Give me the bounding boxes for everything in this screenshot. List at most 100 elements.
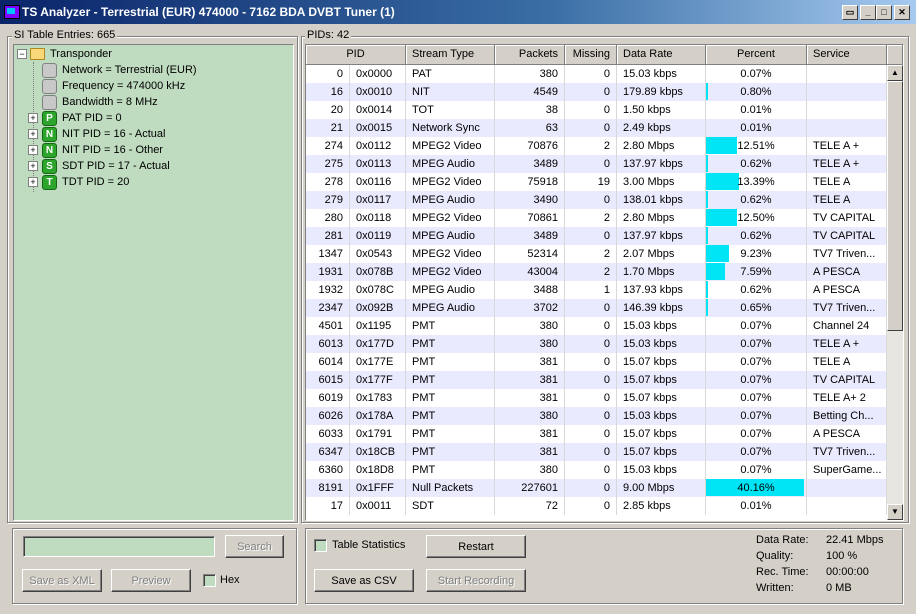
table-row[interactable]: 280 0x0118 MPEG2 Video 70861 2 2.80 Mbps 12.50…	[306, 209, 887, 227]
col-header-packets[interactable]: Packets	[495, 45, 565, 65]
title-bar[interactable]: TS Analyzer - Terrestrial (EUR) 474000 -…	[0, 0, 916, 24]
col-header-pid[interactable]: PID	[306, 45, 406, 65]
collapse-icon[interactable]: −	[17, 49, 27, 59]
cell-service: TELE A	[807, 353, 887, 371]
cell-rate: 1.50 kbps	[617, 101, 706, 119]
search-button[interactable]: Search	[225, 535, 284, 558]
scroll-down-icon[interactable]: ▼	[887, 504, 903, 520]
restore-down-button[interactable]: ▭	[842, 5, 858, 20]
col-header-data-rate[interactable]: Data Rate	[617, 45, 706, 65]
table-row[interactable]: 6026 0x178A PMT 380 0 15.03 kbps 0.07% Betting …	[306, 407, 887, 425]
table-row[interactable]: 6013 0x177D PMT 380 0 15.03 kbps 0.07% TELE A +	[306, 335, 887, 353]
expand-icon[interactable]: +	[28, 161, 38, 171]
table-row[interactable]: 20 0x0014 TOT 38 0 1.50 kbps 0.01%	[306, 101, 887, 119]
cell-service: TELE A	[807, 191, 887, 209]
table-row[interactable]: 1932 0x078C MPEG Audio 3488 1 137.93 kbps 0.62…	[306, 281, 887, 299]
table-row[interactable]: 6015 0x177F PMT 381 0 15.07 kbps 0.07% TV CAPIT…	[306, 371, 887, 389]
cell-pid: 281	[306, 227, 350, 245]
scroll-up-icon[interactable]: ▲	[887, 65, 903, 81]
table-row[interactable]: 6014 0x177E PMT 381 0 15.07 kbps 0.07% TELE A	[306, 353, 887, 371]
cell-missing: 19	[565, 173, 617, 191]
cell-rate: 15.07 kbps	[617, 353, 706, 371]
expand-icon[interactable]: +	[28, 113, 38, 123]
tree-item-label: Frequency = 474000 kHz	[62, 80, 186, 92]
table-row[interactable]: 0 0x0000 PAT 380 0 15.03 kbps 0.07%	[306, 65, 887, 83]
col-header-service[interactable]: Service	[807, 45, 887, 65]
tree-item-label: NIT PID = 16 - Other	[62, 144, 163, 156]
search-input[interactable]	[23, 536, 215, 557]
cell-pid: 274	[306, 137, 350, 155]
cell-rate: 15.03 kbps	[617, 335, 706, 353]
cell-rate: 2.80 Mbps	[617, 209, 706, 227]
tree-item[interactable]: Frequency = 474000 kHz	[14, 78, 292, 94]
scroll-thumb[interactable]	[887, 81, 903, 331]
table-row[interactable]: 1347 0x0543 MPEG2 Video 52314 2 2.07 Mbps 9.23…	[306, 245, 887, 263]
cell-pid: 4501	[306, 317, 350, 335]
cell-service: Channel 24	[807, 317, 887, 335]
save-as-csv-button[interactable]: Save as CSV	[314, 569, 414, 592]
cell-pid: 275	[306, 155, 350, 173]
col-header-missing[interactable]: Missing	[565, 45, 617, 65]
tree-item[interactable]: − Transponder	[14, 46, 292, 62]
table-row[interactable]: 6019 0x1783 PMT 381 0 15.07 kbps 0.07% TELE A+ …	[306, 389, 887, 407]
cell-service: TV7 Triven...	[807, 443, 887, 461]
table-row[interactable]: 8191 0x1FFF Null Packets 227601 0 9.00 Mbps 40…	[306, 479, 887, 497]
table-row[interactable]: 279 0x0117 MPEG Audio 3490 0 138.01 kbps 0.62%…	[306, 191, 887, 209]
table-row[interactable]: 278 0x0116 MPEG2 Video 75918 19 3.00 Mbps 13.3…	[306, 173, 887, 191]
cell-missing: 0	[565, 101, 617, 119]
table-row[interactable]: 275 0x0113 MPEG Audio 3489 0 137.97 kbps 0.62%…	[306, 155, 887, 173]
cell-hex: 0x178A	[350, 407, 406, 425]
percent-text: 0.07%	[740, 410, 772, 422]
table-row[interactable]: 6033 0x1791 PMT 381 0 15.07 kbps 0.07% A PESCA	[306, 425, 887, 443]
preview-button[interactable]: Preview	[111, 569, 191, 592]
table-statistics-checkbox[interactable]	[314, 539, 327, 552]
tree-item[interactable]: + N NIT PID = 16 - Other	[14, 142, 292, 158]
table-row[interactable]: 1931 0x078B MPEG2 Video 43004 2 1.70 Mbps 7.59…	[306, 263, 887, 281]
cell-missing: 0	[565, 443, 617, 461]
tree-item-label: TDT PID = 20	[62, 176, 130, 188]
cell-service: TELE A	[807, 173, 887, 191]
expand-icon[interactable]: +	[28, 129, 38, 139]
cell-hex: 0x0112	[350, 137, 406, 155]
cell-packets: 381	[495, 371, 565, 389]
cell-type: SDT	[406, 497, 495, 515]
table-row[interactable]: 4501 0x1195 PMT 380 0 15.03 kbps 0.07% Channel …	[306, 317, 887, 335]
tree-item[interactable]: + P PAT PID = 0	[14, 110, 292, 126]
restart-button[interactable]: Restart	[426, 535, 526, 558]
start-recording-button[interactable]: Start Recording	[426, 569, 526, 592]
cell-missing: 1	[565, 281, 617, 299]
expand-icon[interactable]: +	[28, 145, 38, 155]
pid-table[interactable]: PID Stream Type Packets Missing Data Rat…	[305, 44, 904, 521]
minimize-button[interactable]: _	[860, 5, 876, 20]
table-row[interactable]: 17 0x0011 SDT 72 0 2.85 kbps 0.01%	[306, 497, 887, 515]
cell-percent: 0.07%	[706, 389, 807, 407]
window-title: TS Analyzer - Terrestrial (EUR) 474000 -…	[22, 5, 395, 19]
cell-rate: 137.93 kbps	[617, 281, 706, 299]
cell-percent: 0.62%	[706, 191, 807, 209]
col-header-stream-type[interactable]: Stream Type	[406, 45, 495, 65]
hex-checkbox[interactable]	[203, 574, 216, 587]
tree-item[interactable]: Bandwidth = 8 MHz	[14, 94, 292, 110]
table-row[interactable]: 16 0x0010 NIT 4549 0 179.89 kbps 0.80%	[306, 83, 887, 101]
maximize-button[interactable]: □	[876, 5, 892, 20]
table-row[interactable]: 281 0x0119 MPEG Audio 3489 0 137.97 kbps 0.62%…	[306, 227, 887, 245]
cell-type: Null Packets	[406, 479, 495, 497]
vertical-scrollbar[interactable]: ▲ ▼	[887, 65, 903, 520]
tree-item[interactable]: + T TDT PID = 20	[14, 174, 292, 190]
tree-item[interactable]: + S SDT PID = 17 - Actual	[14, 158, 292, 174]
expand-icon[interactable]: +	[28, 177, 38, 187]
table-row[interactable]: 6347 0x18CB PMT 381 0 15.07 kbps 0.07% TV7 Triv…	[306, 443, 887, 461]
close-button[interactable]: ✕	[894, 5, 910, 20]
table-row[interactable]: 6360 0x18D8 PMT 380 0 15.03 kbps 0.07% SuperGam…	[306, 461, 887, 479]
si-tree-view[interactable]: − Transponder Network = Terrestrial (EUR) F…	[13, 44, 294, 521]
col-header-percent[interactable]: Percent	[706, 45, 807, 65]
tree-item[interactable]: Network = Terrestrial (EUR)	[14, 62, 292, 78]
table-row[interactable]: 274 0x0112 MPEG2 Video 70876 2 2.80 Mbps 12.51…	[306, 137, 887, 155]
cell-type: MPEG2 Video	[406, 263, 495, 281]
save-as-xml-button[interactable]: Save as XML	[22, 569, 102, 592]
cell-pid: 16	[306, 83, 350, 101]
table-row[interactable]: 21 0x0015 Network Sync 63 0 2.49 kbps 0.01%	[306, 119, 887, 137]
tree-item[interactable]: + N NIT PID = 16 - Actual	[14, 126, 292, 142]
cell-service: TV CAPITAL	[807, 209, 887, 227]
table-row[interactable]: 2347 0x092B MPEG Audio 3702 0 146.39 kbps 0.65…	[306, 299, 887, 317]
